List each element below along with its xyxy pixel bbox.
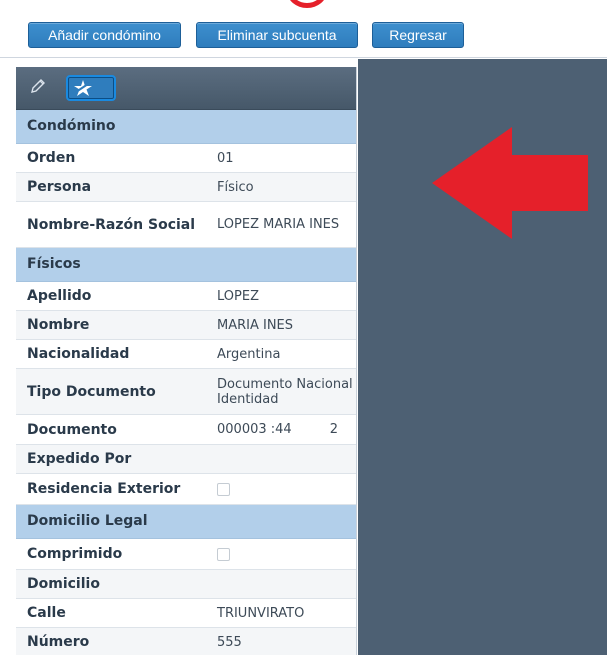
document-number-start: 000003 :44 — [217, 422, 292, 437]
field-row-residencia-exterior: Residencia Exterior — [16, 474, 356, 505]
section-domicilio-legal: Domicilio Legal — [16, 505, 356, 539]
field-row-persona: Persona Físico — [16, 173, 356, 202]
action-button[interactable] — [66, 75, 116, 101]
redaction-mark — [293, 421, 328, 438]
field-row-nacionalidad: Nacionalidad Argentina — [16, 340, 356, 369]
field-row-tipo-documento: Tipo Documento Documento Nacional Identi… — [16, 369, 356, 415]
field-row-comprimido: Comprimido — [16, 539, 356, 570]
field-label: Apellido — [27, 288, 92, 304]
section-fisicos: Físicos — [16, 248, 356, 282]
field-label: Expedido Por — [27, 451, 132, 467]
comprimido-checkbox[interactable] — [217, 547, 230, 561]
page: Añadir condómino Eliminar subcuenta Regr… — [0, 0, 607, 655]
field-value: LOPEZ — [217, 288, 259, 304]
toolbar: Añadir condómino Eliminar subcuenta Regr… — [0, 0, 607, 58]
back-button[interactable]: Regresar — [372, 22, 464, 48]
field-label: Comprimido — [27, 546, 123, 562]
document-number-end: 2 — [329, 422, 338, 437]
field-label: Persona — [27, 179, 92, 195]
subsection-domicilio: Domicilio — [16, 570, 356, 599]
field-value: Físico — [217, 179, 254, 195]
field-value — [205, 474, 356, 504]
field-value — [205, 539, 356, 569]
grid-header — [16, 67, 356, 110]
field-row-expedido-por: Expedido Por — [16, 445, 356, 474]
add-condomino-button[interactable]: Añadir condómino — [28, 22, 181, 48]
pencil-icon[interactable] — [28, 77, 48, 97]
field-value: 000003 :44 2 — [205, 415, 356, 444]
field-row-calle: Calle TRIUNVIRATO — [16, 599, 356, 628]
field-row-apellido: Apellido LOPEZ — [16, 282, 356, 311]
field-row-nombre: Nombre MARIA INES — [16, 311, 356, 340]
field-label: Documento — [27, 421, 117, 438]
field-row-razon-social: Nombre-Razón Social LOPEZ MARIA INES — [16, 202, 356, 248]
section-condomino: Condómino — [16, 110, 356, 144]
field-value: MARIA INES — [217, 317, 294, 333]
delete-subaccount-button[interactable]: Eliminar subcuenta — [196, 22, 358, 48]
field-row-numero: Número 555 — [16, 628, 356, 655]
residencia-exterior-checkbox[interactable] — [217, 482, 230, 496]
red-arrow-annotation — [432, 127, 588, 239]
field-row-orden: Orden 01 — [16, 144, 356, 173]
field-value — [205, 445, 356, 473]
field-value: LOPEZ MARIA INES — [217, 217, 340, 232]
field-value: 01 — [217, 150, 234, 166]
field-label: Calle — [27, 605, 66, 621]
field-value: Argentina — [217, 346, 281, 362]
field-label: Orden — [27, 150, 76, 166]
field-value: TRIUNVIRATO — [217, 605, 305, 621]
field-label: Domicilio — [27, 576, 100, 592]
field-label: Nombre — [27, 317, 90, 333]
field-label: Tipo Documento — [27, 383, 156, 400]
field-value — [205, 570, 356, 598]
property-grid: Condómino Orden 01 Persona Físico Nombre… — [16, 67, 357, 655]
field-label: Residencia Exterior — [27, 481, 181, 497]
field-label: Número — [27, 634, 90, 650]
field-label: Nombre-Razón Social — [27, 216, 196, 233]
field-row-documento: Documento 000003 :44 2 — [16, 415, 356, 445]
field-value: 555 — [217, 634, 242, 650]
field-value: Documento Nacional Identidad — [217, 376, 353, 407]
field-label: Nacionalidad — [27, 346, 130, 362]
